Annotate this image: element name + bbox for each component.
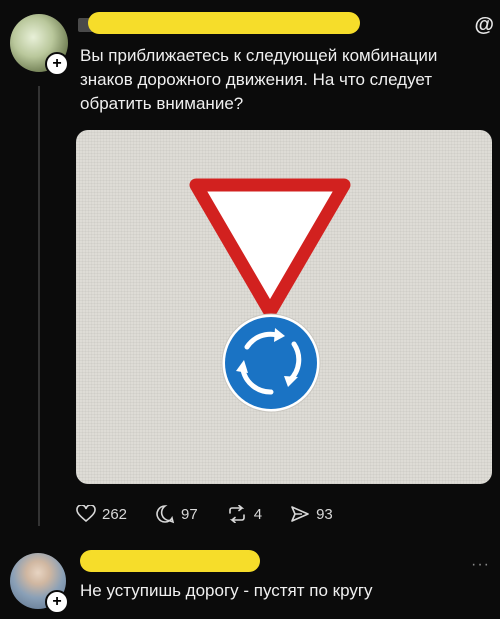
repost-count: 4 — [253, 505, 263, 523]
yield-sign-icon — [189, 178, 351, 319]
post-text: Вы приближаетесь к следующей комбинации … — [80, 46, 438, 113]
like-count: 262 — [102, 505, 128, 523]
thread-line — [38, 86, 40, 526]
heart-icon — [76, 505, 96, 523]
traffic-signs-image — [189, 178, 351, 413]
roundabout-sign-icon — [221, 313, 321, 413]
comment-count: 97 — [181, 505, 198, 523]
threads-icon: @ — [474, 14, 494, 36]
comment-icon — [156, 505, 175, 524]
follow-plus-icon[interactable]: + — [45, 590, 69, 614]
share-count: 93 — [316, 505, 333, 523]
username-redacted[interactable] — [88, 12, 360, 34]
post-actions: 262 97 4 93 — [76, 504, 361, 524]
send-icon — [291, 506, 309, 522]
post-image[interactable] — [76, 130, 492, 484]
like-button[interactable]: 262 — [76, 505, 127, 523]
reply-text: Не уступишь дорогу - пустят по кругу — [80, 581, 373, 600]
follow-plus-icon[interactable]: + — [45, 52, 69, 76]
more-options-icon[interactable]: ··· — [471, 556, 490, 574]
repost-button[interactable]: 4 — [226, 505, 262, 523]
repost-icon — [228, 505, 245, 523]
comment-button[interactable]: 97 — [155, 504, 198, 524]
reply-username-redacted[interactable] — [80, 550, 260, 572]
share-button[interactable]: 93 — [290, 505, 333, 523]
